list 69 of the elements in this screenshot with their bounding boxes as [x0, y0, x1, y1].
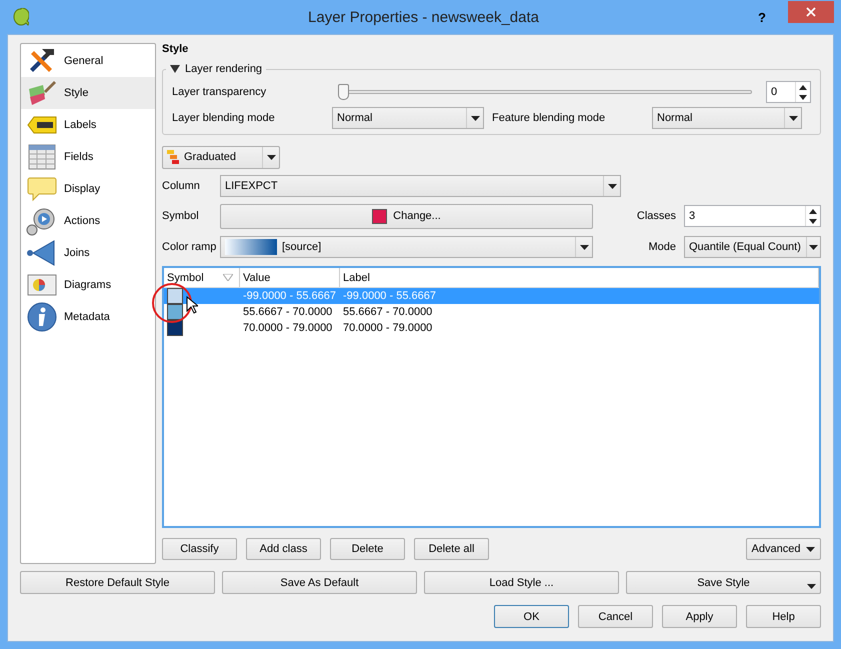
gradient-icon — [225, 239, 277, 255]
table-cell-text: 70.0000 - 79.0000 — [242, 322, 334, 334]
dialog-button[interactable]: Apply — [662, 605, 737, 628]
dialog-button[interactable]: Cancel — [578, 605, 653, 628]
sidebar-item[interactable]: Style — [21, 77, 155, 109]
collapse-arrow-icon[interactable] — [170, 65, 180, 73]
close-icon — [806, 7, 816, 17]
table-action-button[interactable]: Classify — [162, 538, 237, 560]
window-title: Layer Properties - newsweek_data — [307, 8, 540, 26]
help-button[interactable]: ? — [758, 10, 766, 24]
table-cell-text: 55.6667 - 70.0000 — [342, 306, 434, 318]
table-row[interactable]: 55.6667 - 70.0000 55.6667 - 70.0000 — [164, 304, 819, 320]
menu-caret-icon — [807, 584, 816, 589]
table-action-button[interactable]: Add class — [246, 538, 321, 560]
dropdown-caret-icon — [470, 116, 480, 120]
spin-box[interactable]: 0 — [766, 81, 811, 103]
spin-down-icon[interactable] — [809, 218, 817, 224]
dialog-button[interactable]: Help — [746, 605, 821, 628]
color-ramp-dropdown[interactable]: [source] — [220, 236, 593, 258]
style-button[interactable]: Restore Default Style — [20, 571, 215, 594]
field-label: Layer blending mode — [172, 112, 276, 124]
table-cell-text: 55.6667 - 70.0000 — [242, 306, 334, 318]
dropdown[interactable]: Quantile (Equal Count) — [684, 236, 821, 258]
table-cell-text: -99.0000 - 55.6667 — [242, 290, 337, 302]
cursor-icon — [186, 296, 198, 314]
table-action-button[interactable]: Delete — [330, 538, 405, 560]
advanced-button[interactable]: Advanced — [746, 538, 821, 560]
dropdown[interactable]: Normal — [652, 107, 802, 129]
dropdown[interactable]: Normal — [332, 107, 484, 129]
symbol-swatch — [372, 208, 388, 224]
dropdown-caret-icon — [608, 184, 616, 188]
slider-thumb[interactable] — [338, 84, 349, 100]
column-header[interactable]: Value — [240, 268, 340, 287]
field-label: Layer transparency — [172, 86, 268, 98]
dropdown[interactable]: LIFEXPCT — [220, 175, 621, 197]
table-row[interactable]: 70.0000 - 79.0000 70.0000 - 79.0000 — [164, 320, 819, 336]
table-cell-text: -99.0000 - 55.6667 — [342, 290, 437, 302]
table-action-button[interactable]: Delete all — [414, 538, 489, 560]
renderer-dropdown[interactable]: Graduated — [162, 146, 280, 168]
spin-up-icon[interactable] — [809, 208, 817, 214]
dropdown-caret-icon — [808, 244, 818, 250]
sort-indicator-icon — [223, 274, 233, 281]
dialog-button[interactable]: OK — [494, 605, 569, 628]
change-symbol-button[interactable]: Change... — [220, 204, 593, 228]
dropdown-caret-icon — [266, 154, 276, 160]
spin-up-icon[interactable] — [799, 84, 807, 90]
spin-box[interactable]: 3 — [684, 205, 821, 227]
column-header[interactable]: Symbol — [164, 268, 240, 287]
style-button[interactable]: Save As Default — [222, 571, 417, 594]
spin-down-icon[interactable] — [799, 94, 807, 100]
transparency-slider[interactable] — [338, 83, 752, 101]
field-label: Mode — [647, 241, 676, 253]
style-button[interactable]: Load Style ... — [424, 571, 619, 594]
close-button[interactable] — [788, 1, 834, 23]
group-title: Layer rendering — [185, 63, 262, 75]
style-button[interactable]: Save Style — [626, 571, 821, 594]
field-label: Symbol — [162, 210, 200, 222]
menu-caret-icon — [806, 546, 816, 552]
dropdown-caret-icon — [788, 116, 798, 120]
field-label: Classes — [636, 210, 676, 222]
info-icon — [26, 301, 58, 333]
table-cell-text: 70.0000 - 79.0000 — [342, 322, 434, 334]
app-logo-icon — [13, 8, 29, 26]
column-header[interactable]: Label — [340, 268, 819, 287]
dropdown-caret-icon — [580, 244, 588, 250]
field-label: Column — [162, 180, 201, 192]
graduated-icon — [167, 150, 179, 164]
section-heading: Style — [162, 43, 190, 55]
field-label: Feature blending mode — [492, 112, 606, 124]
